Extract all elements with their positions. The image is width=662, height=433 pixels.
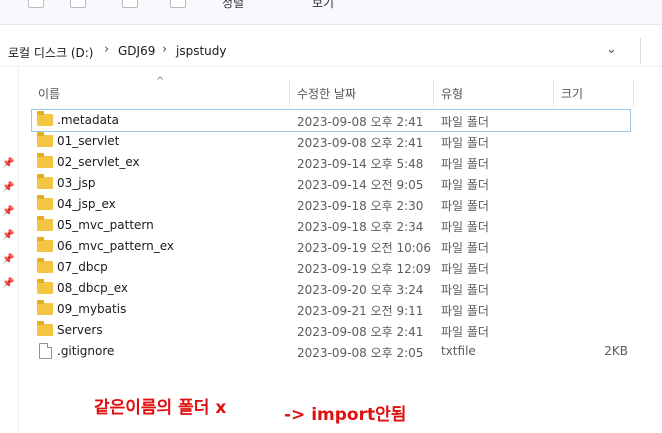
table-row[interactable]: 02_servlet_ex 2023-09-14 오후 5:48 파일 폴더 <box>32 152 630 173</box>
chevron-down-icon[interactable]: ⌄ <box>606 42 617 57</box>
column-header: ^ 이름 수정한 날짜 유형 크기 <box>32 76 662 106</box>
folder-icon <box>37 195 53 210</box>
modified-date: 2023-09-19 오후 12:09 <box>297 262 432 276</box>
file-name: 01_servlet <box>57 134 120 148</box>
breadcrumb-gdj69[interactable]: GDJ69 <box>118 44 155 58</box>
pin-icon: 📌 <box>2 206 15 217</box>
file-type: 파일 폴더 <box>441 262 489 276</box>
table-row[interactable]: 01_servlet 2023-09-08 오후 2:41 파일 폴더 <box>32 131 630 152</box>
file-name: 04_jsp_ex <box>57 197 116 211</box>
table-row[interactable]: 07_dbcp 2023-09-19 오후 12:09 파일 폴더 <box>32 257 630 278</box>
table-row[interactable]: 08_dbcp_ex 2023-09-20 오후 3:24 파일 폴더 <box>32 278 630 299</box>
column-divider[interactable] <box>433 80 434 106</box>
file-name: 06_mvc_pattern_ex <box>57 239 175 253</box>
annotation-same-name-folder: 같은이름의 폴더 x <box>94 398 227 418</box>
file-icon <box>39 343 52 359</box>
command-toolbar: 정렬 보기 <box>0 0 662 25</box>
folder-icon <box>37 153 53 168</box>
folder-icon <box>37 216 53 231</box>
file-name: .gitignore <box>57 344 115 358</box>
file-type: 파일 폴더 <box>441 325 489 339</box>
sort-button[interactable]: 정렬 <box>222 0 244 11</box>
annotation-import-fail: -> import안됨 <box>284 405 407 425</box>
new-icon[interactable] <box>28 0 44 8</box>
file-size: 2KB <box>604 344 628 358</box>
column-divider[interactable] <box>553 80 554 106</box>
view-button[interactable]: 보기 <box>312 0 334 11</box>
file-type: 파일 폴더 <box>441 178 489 192</box>
navigation-pane[interactable]: 📌 📌 📌 📌 📌 📌 <box>0 68 19 433</box>
file-name: 03_jsp <box>57 176 96 190</box>
cut-icon[interactable] <box>70 0 86 8</box>
pin-icon: 📌 <box>2 158 15 169</box>
modified-date: 2023-09-18 오후 2:34 <box>297 220 424 234</box>
folder-icon <box>37 237 53 252</box>
breadcrumb-drive[interactable]: 로컬 디스크 (D:) <box>8 44 93 61</box>
modified-date: 2023-09-18 오후 2:30 <box>297 199 424 213</box>
pin-icon: 📌 <box>2 230 15 241</box>
file-name: 08_dbcp_ex <box>57 281 128 295</box>
table-row[interactable]: 03_jsp 2023-09-14 오전 9:05 파일 폴더 <box>32 173 630 194</box>
folder-icon <box>37 321 53 336</box>
copy-icon[interactable] <box>122 0 138 8</box>
file-name: Servers <box>57 323 103 337</box>
table-row[interactable]: .metadata 2023-09-08 오후 2:41 파일 폴더 <box>31 109 631 132</box>
modified-date: 2023-09-20 오후 3:24 <box>297 283 424 297</box>
chevron-right-icon[interactable]: › <box>104 42 109 57</box>
sort-ascending-icon: ^ <box>156 76 165 87</box>
folder-icon <box>37 279 53 294</box>
delete-icon[interactable] <box>170 0 186 8</box>
file-type: 파일 폴더 <box>441 157 489 171</box>
file-type: 파일 폴더 <box>441 220 489 234</box>
column-header-size[interactable]: 크기 <box>561 85 583 102</box>
modified-date: 2023-09-08 오후 2:41 <box>297 115 424 129</box>
file-type: 파일 폴더 <box>441 283 489 297</box>
address-bar[interactable]: 로컬 디스크 (D:) › GDJ69 › jspstudy ⌄ <box>0 36 662 67</box>
table-row[interactable]: 06_mvc_pattern_ex 2023-09-19 오전 10:06 파일 폴… <box>32 236 630 257</box>
file-type: 파일 폴더 <box>441 199 489 213</box>
table-row[interactable]: .gitignore 2023-09-08 오후 2:05 txtfile 2KB <box>32 341 630 362</box>
file-name: 07_dbcp <box>57 260 108 274</box>
file-name: .metadata <box>57 113 119 127</box>
column-header-type[interactable]: 유형 <box>441 85 463 102</box>
modified-date: 2023-09-21 오전 9:11 <box>297 304 424 318</box>
breadcrumb-jspstudy[interactable]: jspstudy <box>176 44 226 58</box>
pin-icon: 📌 <box>2 278 15 289</box>
modified-date: 2023-09-19 오전 10:06 <box>297 241 432 255</box>
pin-icon: 📌 <box>2 254 15 265</box>
modified-date: 2023-09-08 오후 2:05 <box>297 346 424 360</box>
folder-icon <box>37 258 53 273</box>
folder-icon <box>37 111 53 126</box>
column-divider[interactable] <box>289 80 290 106</box>
modified-date: 2023-09-14 오전 9:05 <box>297 178 424 192</box>
modified-date: 2023-09-14 오후 5:48 <box>297 157 424 171</box>
pin-icon: 📌 <box>2 182 15 193</box>
file-type: 파일 폴더 <box>441 304 489 318</box>
table-row[interactable]: 05_mvc_pattern 2023-09-18 오후 2:34 파일 폴더 <box>32 215 630 236</box>
chevron-right-icon[interactable]: › <box>162 42 167 57</box>
folder-icon <box>37 300 53 315</box>
file-type: 파일 폴더 <box>441 115 489 129</box>
file-name: 05_mvc_pattern <box>57 218 154 232</box>
column-header-name[interactable]: 이름 <box>38 85 60 102</box>
file-name: 02_servlet_ex <box>57 155 140 169</box>
folder-icon <box>37 132 53 147</box>
column-divider[interactable] <box>633 80 634 106</box>
table-row[interactable]: 04_jsp_ex 2023-09-18 오후 2:30 파일 폴더 <box>32 194 630 215</box>
modified-date: 2023-09-08 오후 2:41 <box>297 136 424 150</box>
file-type: 파일 폴더 <box>441 136 489 150</box>
file-type: txtfile <box>441 344 476 358</box>
file-name: 09_mybatis <box>57 302 127 316</box>
folder-icon <box>37 174 53 189</box>
address-divider <box>640 38 641 64</box>
table-row[interactable]: 09_mybatis 2023-09-21 오전 9:11 파일 폴더 <box>32 299 630 320</box>
modified-date: 2023-09-08 오후 2:41 <box>297 325 424 339</box>
file-type: 파일 폴더 <box>441 241 489 255</box>
column-header-date[interactable]: 수정한 날짜 <box>297 85 356 102</box>
table-row[interactable]: Servers 2023-09-08 오후 2:41 파일 폴더 <box>32 320 630 341</box>
